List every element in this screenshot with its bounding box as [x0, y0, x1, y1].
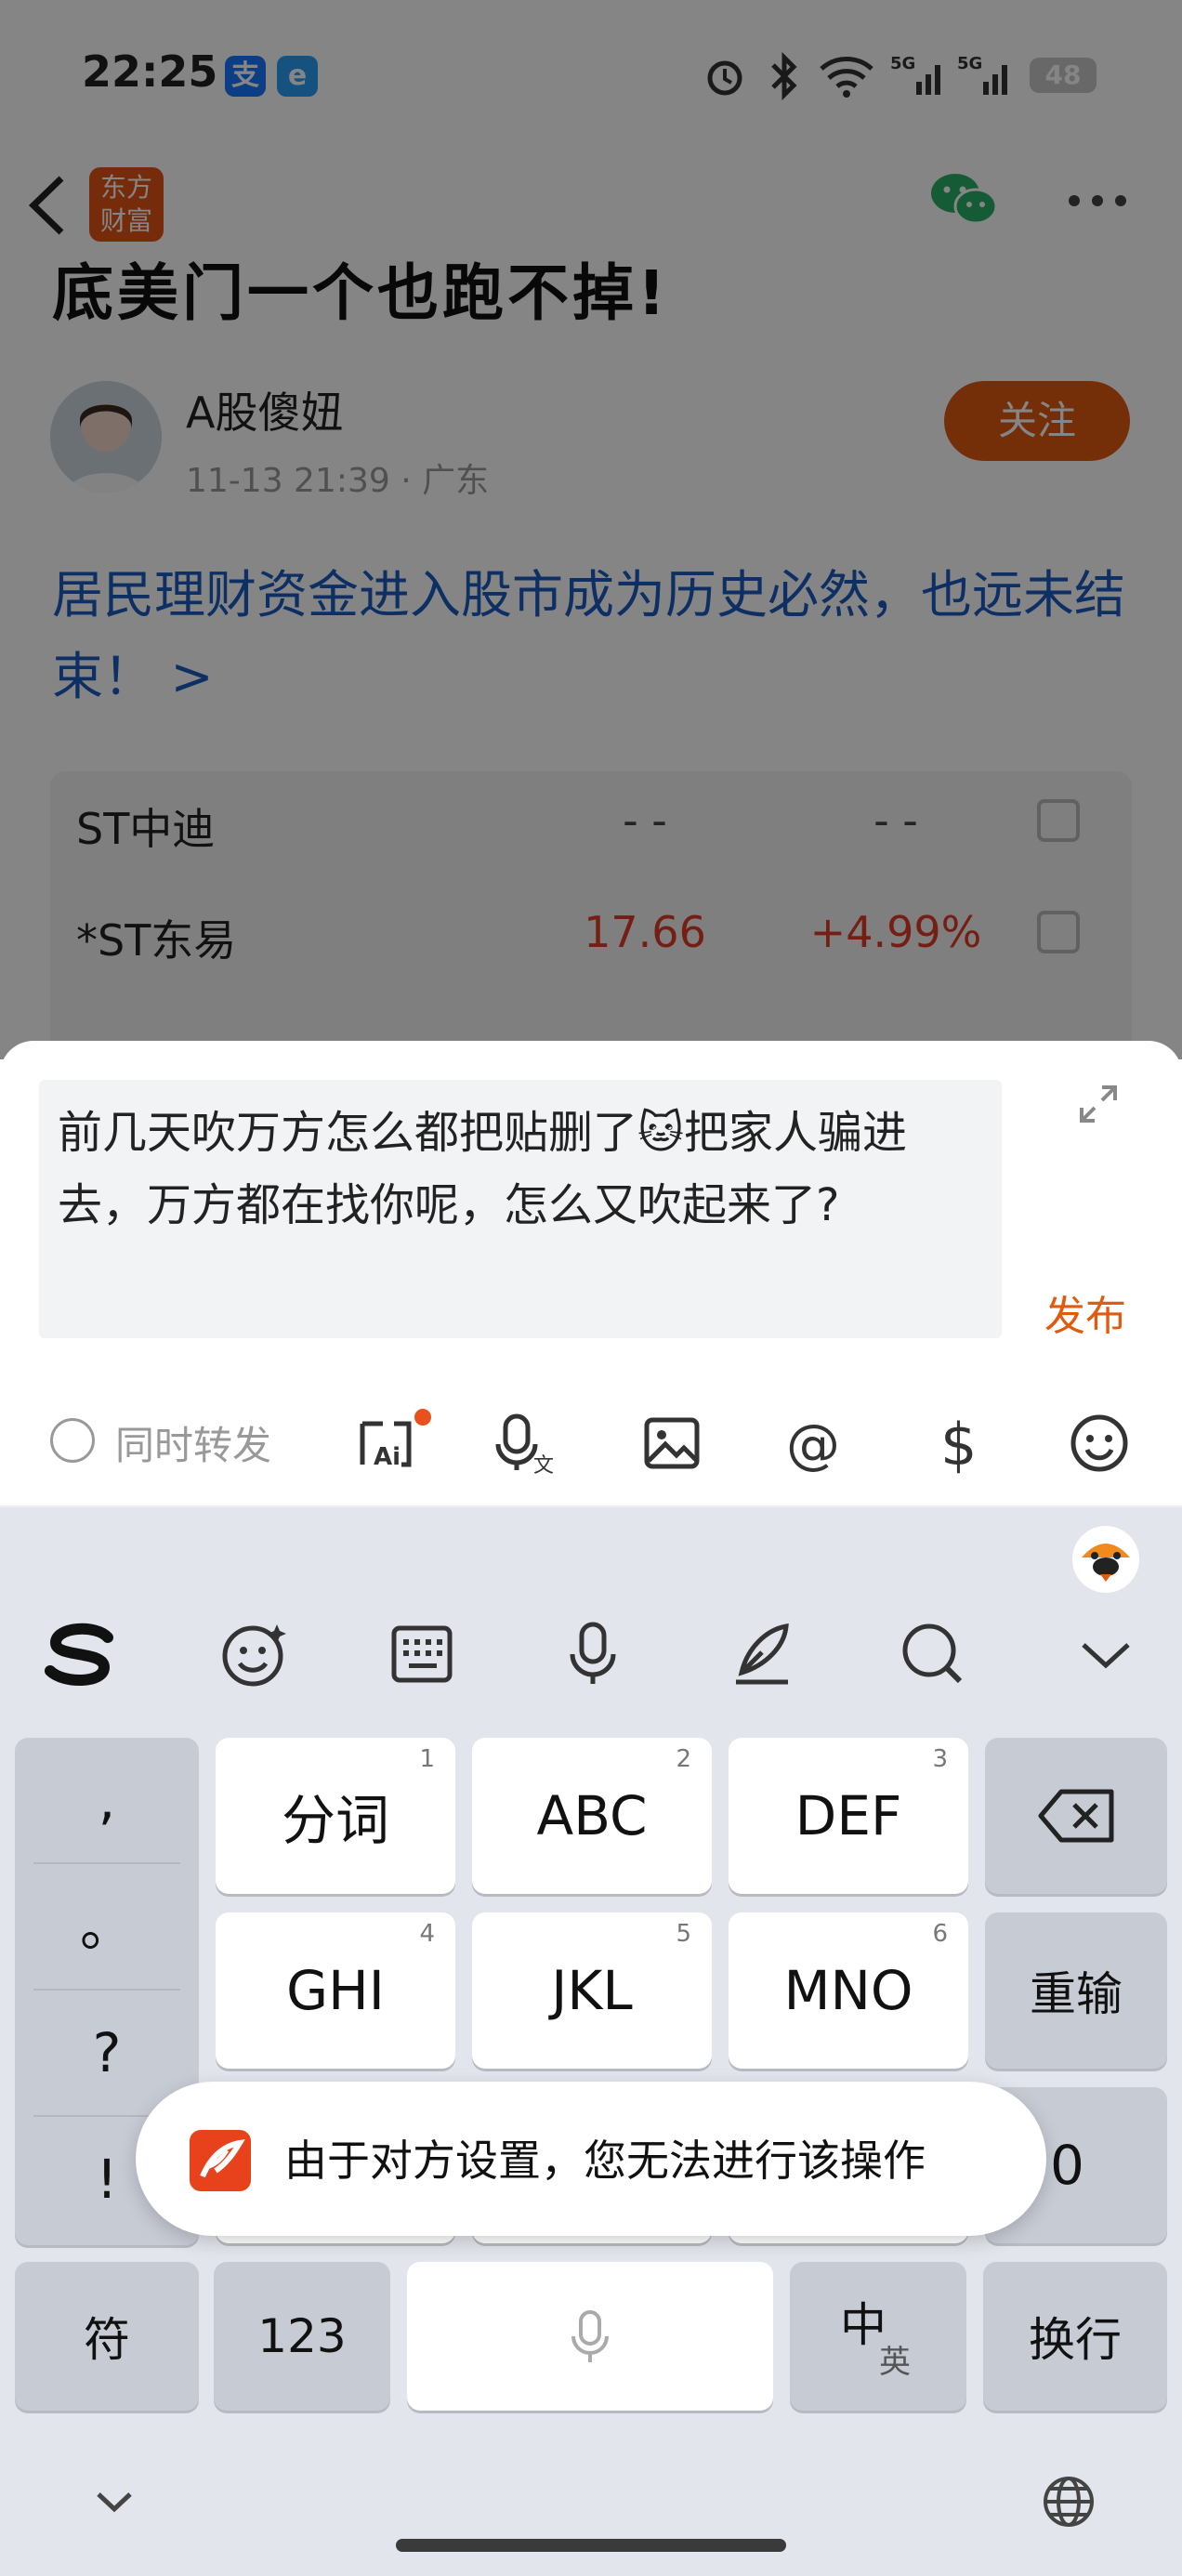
sogou-logo-icon[interactable]	[43, 1617, 117, 1691]
key-label: GHI	[286, 1959, 385, 2022]
enter-key[interactable]: 换行	[983, 2262, 1167, 2411]
key-number: 1	[419, 1745, 435, 1773]
home-indicator[interactable]	[396, 2539, 786, 2552]
key-number: 2	[676, 1745, 691, 1773]
collapse-keyboard-icon[interactable]	[1069, 1617, 1143, 1691]
handwriting-icon[interactable]	[725, 1617, 799, 1691]
publish-button[interactable]: 发布	[1044, 1282, 1126, 1342]
keyboard-layout-icon[interactable]	[385, 1617, 459, 1691]
svg-text:文: 文	[533, 1454, 554, 1476]
punct-key-period[interactable]: 。	[15, 1864, 199, 1989]
backspace-key[interactable]	[985, 1738, 1167, 1894]
key-label: 0	[1050, 2134, 1084, 2197]
toast-message: 由于对方设置，您无法进行该操作	[284, 2136, 926, 2186]
space-key[interactable]	[407, 2262, 773, 2411]
svg-text:Ai: Ai	[374, 1443, 401, 1471]
key-number: 4	[419, 1920, 435, 1948]
key-number: 5	[676, 1920, 691, 1948]
image-icon[interactable]	[639, 1411, 704, 1476]
number-key[interactable]: 123	[214, 2262, 390, 2411]
key-label: ABC	[536, 1784, 648, 1847]
microphone-icon[interactable]	[556, 1617, 630, 1691]
repost-label[interactable]: 同时转发	[115, 1414, 271, 1471]
expand-icon[interactable]	[1078, 1084, 1119, 1124]
voice-to-text-icon[interactable]: 文	[494, 1411, 559, 1476]
backspace-icon	[1038, 1789, 1114, 1843]
svg-text:@: @	[786, 1413, 840, 1476]
key-1-fenci[interactable]: 1 分词	[216, 1738, 455, 1894]
key-label: DEF	[795, 1784, 902, 1847]
ask-ai-icon[interactable]: Ai	[353, 1411, 418, 1476]
key-3-def[interactable]: 3 DEF	[729, 1738, 968, 1894]
globe-icon[interactable]	[1041, 2474, 1097, 2530]
reinput-key[interactable]: 重输	[985, 1912, 1167, 2069]
search-icon[interactable]	[896, 1617, 970, 1691]
hide-keyboard-icon[interactable]	[91, 2483, 138, 2520]
comment-text[interactable]: 前几天吹万方怎么都把贴删了🐱把家人骗进去，万方都在找你呢，怎么又吹起来了?	[58, 1097, 987, 1242]
key-label: 换行	[1029, 2313, 1122, 2367]
punct-key-comma[interactable]: ,	[15, 1738, 199, 1862]
repost-radio[interactable]	[50, 1418, 95, 1463]
space-mic-icon	[571, 2310, 609, 2362]
mention-icon[interactable]: @	[781, 1411, 846, 1476]
key-number: 6	[932, 1920, 948, 1948]
key-label: 分词	[281, 1789, 389, 1852]
svg-text:$: $	[940, 1411, 977, 1476]
lang-sub: 英	[879, 2344, 911, 2381]
emoji-keyboard-icon[interactable]	[217, 1617, 292, 1691]
key-5-jkl[interactable]: 5 JKL	[472, 1912, 712, 2069]
key-6-mno[interactable]: 6 MNO	[729, 1912, 968, 2069]
key-label: 重输	[1030, 1967, 1123, 2021]
keyboard-mascot-icon[interactable]	[1069, 1520, 1143, 1595]
key-label: 123	[257, 2309, 347, 2363]
key-label: MNO	[783, 1959, 913, 2022]
stock-symbol-icon[interactable]: $	[926, 1411, 991, 1476]
symbol-key[interactable]: 符	[15, 2262, 199, 2411]
app-logo-icon	[190, 2130, 251, 2191]
key-2-abc[interactable]: 2 ABC	[472, 1738, 712, 1894]
app-logo-glyph	[200, 2139, 245, 2178]
key-label: JKL	[551, 1959, 633, 2022]
language-switch-key[interactable]: 中 英	[790, 2262, 966, 2411]
key-4-ghi[interactable]: 4 GHI	[216, 1912, 455, 2069]
key-number: 3	[932, 1745, 948, 1773]
modal-overlay[interactable]	[0, 0, 1182, 1059]
ai-new-dot	[414, 1409, 431, 1426]
emoji-icon[interactable]	[1067, 1411, 1132, 1476]
key-label: 符	[84, 2313, 130, 2367]
